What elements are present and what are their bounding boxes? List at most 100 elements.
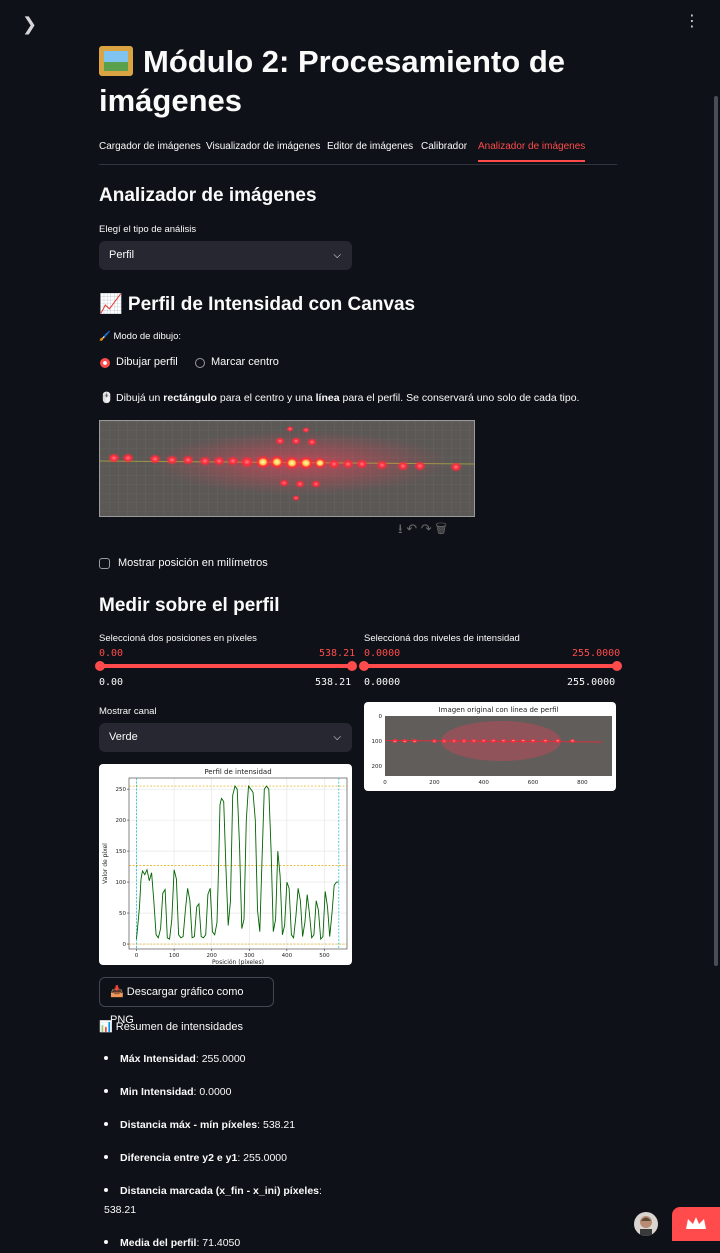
summary-item-value: 0.0000 bbox=[199, 1086, 232, 1098]
undo-icon[interactable]: ↶ bbox=[406, 521, 417, 536]
analysis-type-label: Elegí el tipo de análisis bbox=[99, 224, 197, 235]
scrollbar[interactable] bbox=[714, 96, 718, 966]
levels-min: 0.0000 bbox=[364, 677, 401, 688]
summary-item-value: 538.21 bbox=[263, 1119, 296, 1131]
summary-item: Diferencia entre y2 e y1: 255.0000 bbox=[104, 1149, 344, 1168]
streamlit-crown-button[interactable] bbox=[672, 1207, 720, 1241]
summary-item-label: Media del perfil bbox=[120, 1237, 197, 1249]
image-spot bbox=[519, 738, 527, 744]
radio-dibujar-perfil[interactable] bbox=[100, 358, 110, 368]
summary-item-value: 255.0000 bbox=[201, 1053, 246, 1065]
y-tick-label: 0 bbox=[123, 942, 127, 948]
x-tick-label: 400 bbox=[282, 953, 293, 959]
summary-item-value: 538.21 bbox=[104, 1204, 137, 1216]
download-png-button[interactable]: 📥 Descargar gráfico como PNG bbox=[99, 977, 274, 1026]
summary-item: Distancia marcada (x_fin - x_ini) píxele… bbox=[104, 1185, 322, 1216]
framed-picture-icon bbox=[99, 46, 133, 76]
analysis-type-select[interactable]: Perfil ⌵ bbox=[99, 241, 352, 270]
chevron-down-icon: ⌵ bbox=[333, 250, 341, 261]
user-avatar[interactable] bbox=[634, 1212, 658, 1236]
y-tick-label: 100 bbox=[116, 880, 127, 886]
crown-icon bbox=[686, 1217, 706, 1229]
tab-analizador[interactable]: Analizador de imágenes bbox=[478, 134, 586, 162]
levels-high-value: 255.0000 bbox=[572, 648, 621, 659]
drawing-canvas[interactable] bbox=[99, 420, 475, 517]
y-tick-label: 50 bbox=[119, 911, 126, 917]
image-spot bbox=[391, 738, 399, 744]
image-spot bbox=[569, 738, 576, 744]
channel-select[interactable]: Verde ⌵ bbox=[99, 723, 352, 752]
radio-dibujar-perfil-label: Dibujar perfil bbox=[116, 356, 178, 368]
y-axis-label: Valor de píxel bbox=[102, 843, 109, 884]
summary-item-value: 255.0000 bbox=[243, 1152, 287, 1164]
bullet-icon bbox=[104, 1155, 108, 1159]
positions-slider-track[interactable] bbox=[99, 664, 352, 668]
intensity-profile-svg: Perfil de intensidad0 100 200 300 400 5000501… bbox=[102, 768, 348, 966]
show-mm-checkbox[interactable] bbox=[99, 558, 110, 569]
y-tick-label: 250 bbox=[116, 787, 127, 793]
y-tick-label: 150 bbox=[116, 849, 127, 855]
channel-label: Mostrar canal bbox=[99, 706, 157, 717]
x-tick-label: 0 bbox=[383, 780, 387, 786]
levels-max: 255.0000 bbox=[567, 677, 616, 688]
summary-item: Min Intensidad: 0.0000 bbox=[104, 1083, 344, 1102]
bullet-icon bbox=[104, 1188, 108, 1192]
summary-heading: 📊 Resumen de intensidades bbox=[99, 1021, 243, 1033]
x-tick-label: 500 bbox=[319, 953, 330, 959]
instr-rect: rectángulo bbox=[163, 392, 217, 404]
positions-slider-label: Seleccioná dos posiciones en píxeles bbox=[99, 633, 257, 644]
bullet-icon bbox=[104, 1056, 108, 1060]
show-mm-label: Mostrar posición en milímetros bbox=[118, 557, 268, 569]
positions-slider-low-thumb[interactable] bbox=[95, 661, 105, 671]
levels-slider-high-thumb[interactable] bbox=[612, 661, 622, 671]
instr-suffix: para el perfil. Se conservará uno solo d… bbox=[339, 392, 580, 404]
image-spot bbox=[542, 738, 549, 744]
trash-icon[interactable]: 🗑 bbox=[435, 521, 447, 536]
summary-item: Distancia máx - mín píxeles: 538.21 bbox=[104, 1116, 344, 1135]
bullet-icon bbox=[104, 1122, 108, 1126]
x-axis-label: Posición (píxeles) bbox=[212, 959, 264, 965]
image-spot bbox=[554, 738, 561, 744]
tab-cargador[interactable]: Cargador de imágenes bbox=[99, 134, 201, 160]
analyzer-heading: Analizador de imágenes bbox=[99, 185, 317, 206]
levels-low-value: 0.0000 bbox=[364, 648, 401, 659]
sidebar-expand-chevron-icon[interactable]: ❯ bbox=[22, 14, 42, 34]
draw-instructions: 🖱️ Dibujá un rectángulo para el centro y… bbox=[100, 391, 660, 404]
positions-min: 0.00 bbox=[99, 677, 124, 688]
tab-visualizador[interactable]: Visualizador de imágenes bbox=[206, 134, 320, 160]
channel-value: Verde bbox=[109, 731, 138, 743]
summary-item-label: Diferencia entre y2 e y1 bbox=[120, 1152, 238, 1164]
summary-item: Media del perfil: 71.4050 bbox=[104, 1234, 344, 1253]
x-tick-label: 200 bbox=[429, 780, 440, 786]
levels-slider-track[interactable] bbox=[364, 664, 617, 668]
positions-max: 538.21 bbox=[315, 677, 352, 688]
levels-slider-label: Seleccioná dos niveles de intensidad bbox=[364, 633, 520, 644]
original-image-svg: Imagen original con línea de perfil 0 200 4… bbox=[372, 706, 612, 786]
original-image-chart: Imagen original con línea de perfil 0 200 4… bbox=[364, 702, 616, 791]
bullet-icon bbox=[104, 1089, 108, 1093]
levels-slider-low-thumb[interactable] bbox=[359, 661, 369, 671]
tab-editor[interactable]: Editor de imágenes bbox=[327, 134, 413, 160]
intensity-profile-chart: Perfil de intensidad 0 100 200 300 400 500 0 50 1… bbox=[99, 764, 352, 966]
x-tick-label: 100 bbox=[169, 953, 180, 959]
y-tick-label: 200 bbox=[372, 764, 383, 770]
positions-high-value: 538.21 bbox=[319, 648, 356, 659]
canvas-toolbar: ⭳ ↶ ↷ 🗑 bbox=[398, 520, 447, 538]
positions-slider-high-thumb[interactable] bbox=[347, 661, 357, 671]
tab-calibrador[interactable]: Calibrador bbox=[421, 134, 467, 160]
instr-mid: para el centro y una bbox=[216, 392, 316, 404]
download-icon[interactable]: ⭳ bbox=[398, 521, 403, 536]
positions-low-value: 0.00 bbox=[99, 648, 124, 659]
analysis-type-value: Perfil bbox=[109, 249, 135, 261]
draw-mode-label: 🖌️ Modo de dibujo: bbox=[99, 331, 182, 342]
x-tick-label: 400 bbox=[478, 780, 489, 786]
redo-icon[interactable]: ↷ bbox=[421, 521, 432, 536]
radio-marcar-centro-label: Marcar centro bbox=[211, 356, 279, 368]
radio-marcar-centro[interactable] bbox=[195, 358, 205, 368]
main-menu-kebab-icon[interactable]: ⋮ bbox=[684, 12, 700, 32]
image-spot bbox=[529, 738, 537, 744]
summary-item-label: Máx Intensidad bbox=[120, 1053, 196, 1065]
avatar-face-icon bbox=[640, 1216, 652, 1236]
profile-heading: 📈 Perfil de Intensidad con Canvas bbox=[99, 294, 416, 315]
x-tick-label: 600 bbox=[528, 780, 539, 786]
